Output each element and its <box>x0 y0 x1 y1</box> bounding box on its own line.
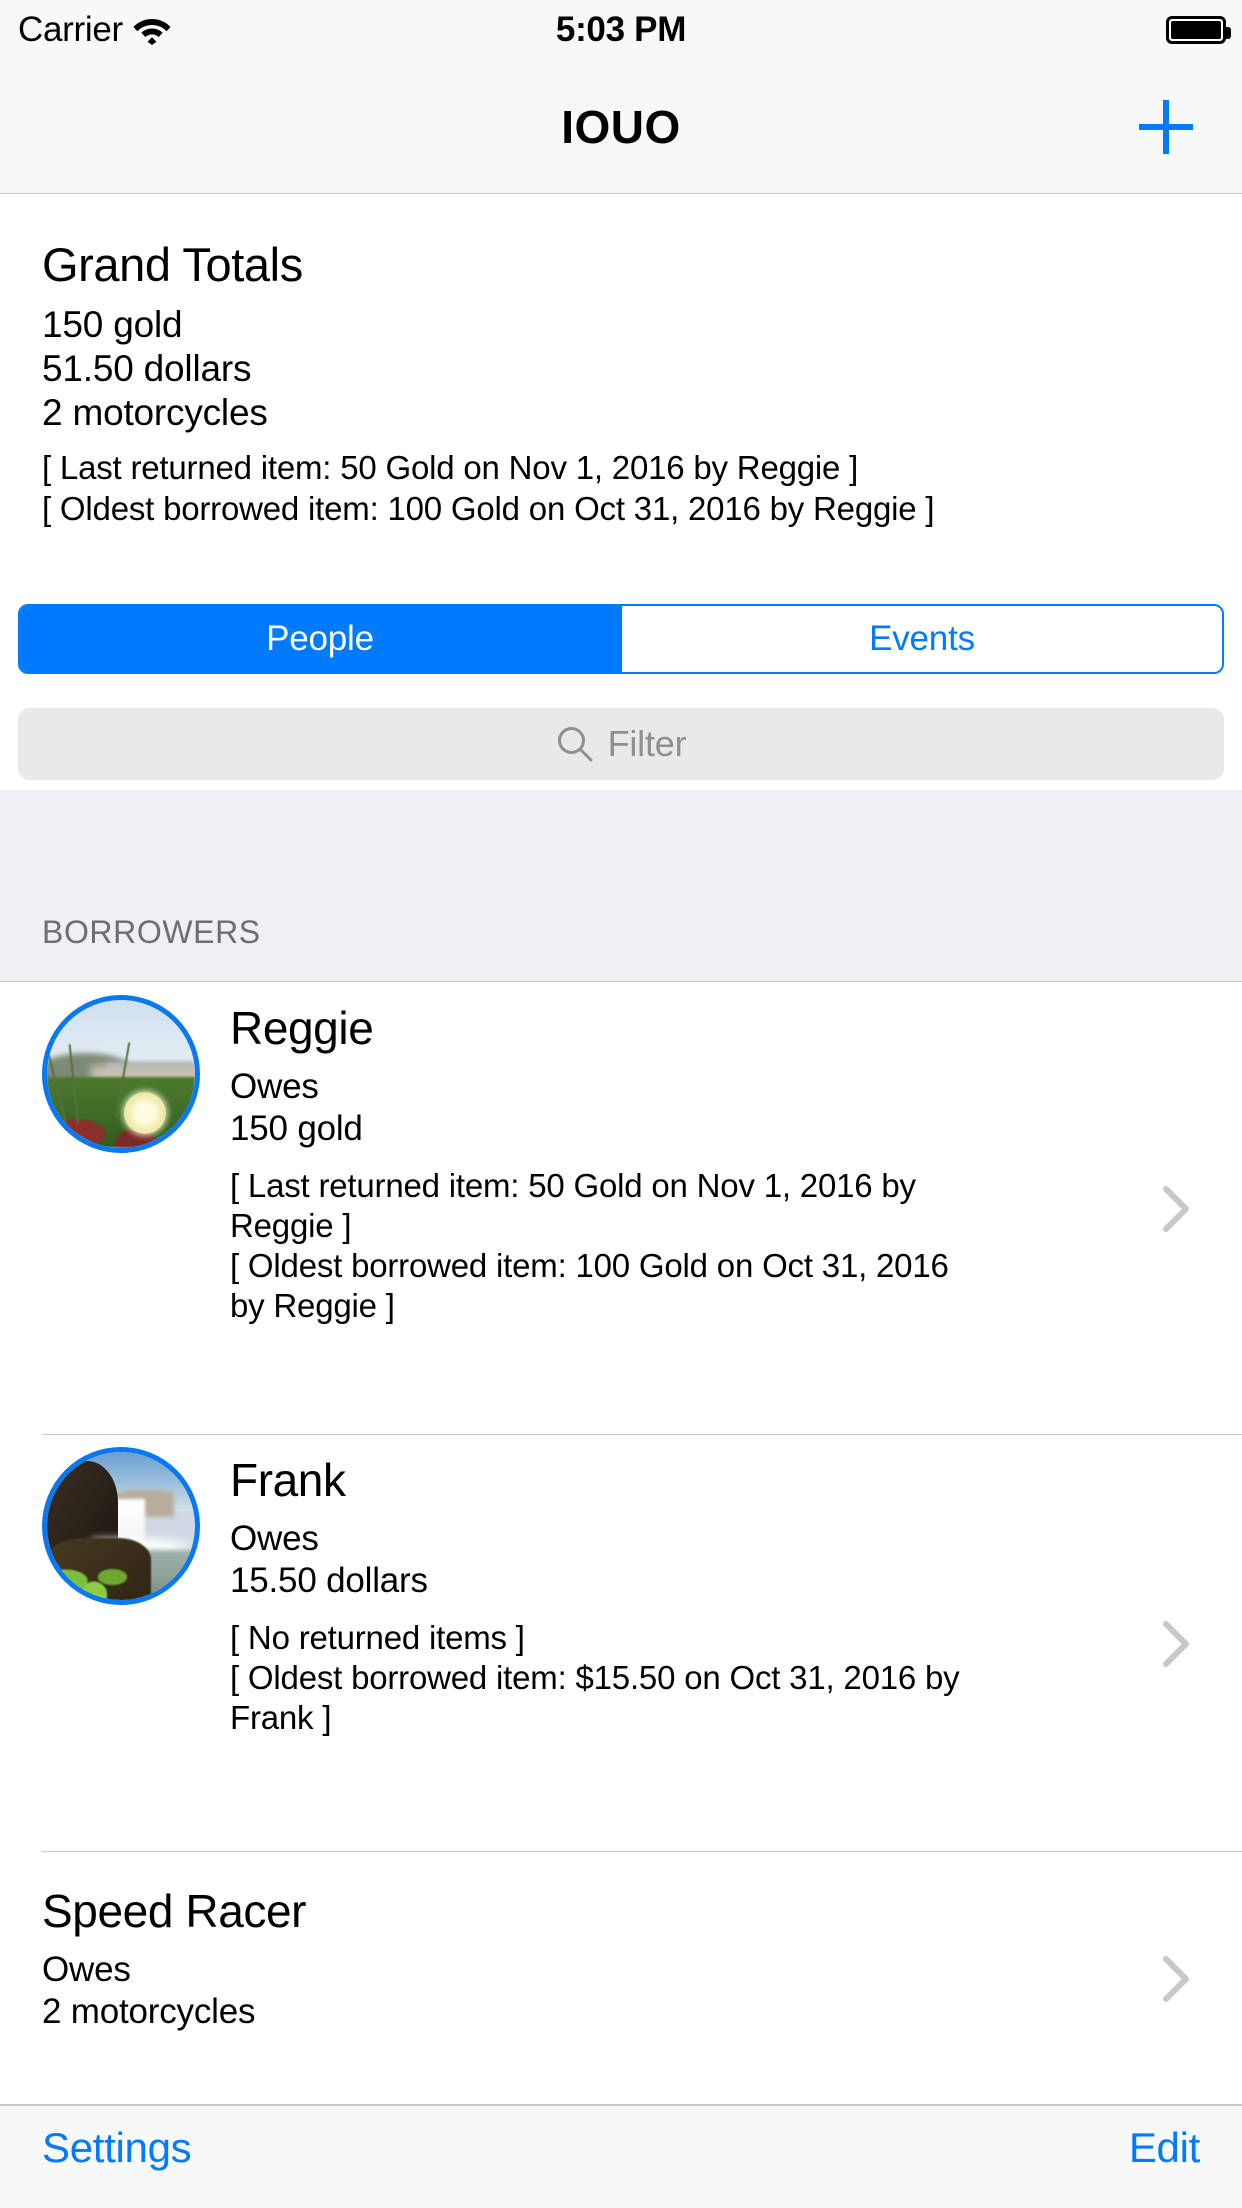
battery-full-icon <box>1166 16 1231 44</box>
table-row[interactable]: Frank Owes 15.50 dollars [ No returned i… <box>0 1435 1242 1852</box>
section-header-borrowers: BORROWERS <box>0 790 1242 982</box>
row-content: Reggie Owes 150 gold [ Last returned ite… <box>200 983 1242 1353</box>
settings-button[interactable]: Settings <box>42 2124 192 2190</box>
bottom-toolbar: Settings Edit <box>0 2105 1242 2208</box>
page-title: IOUO <box>561 100 681 153</box>
segment-events[interactable]: Events <box>620 606 1222 672</box>
status-bar-time: 5:03 PM <box>555 10 687 49</box>
filter-placeholder: Filter <box>607 723 687 764</box>
chevron-right-icon <box>1163 1620 1189 1667</box>
grand-totals-block: Grand Totals 150 gold 51.50 dollars 2 mo… <box>0 195 1242 529</box>
owes-label: Owes <box>42 1949 131 1989</box>
row-content: Speed Racer Owes 2 motorcycles <box>42 1852 1242 2059</box>
person-notes: [ No returned items ] [ Oldest borrowed … <box>230 1618 990 1739</box>
grand-totals-notes: [ Last returned item: 50 Gold on Nov 1, … <box>42 448 1200 529</box>
grand-totals-amounts: 150 gold 51.50 dollars 2 motorcycles <box>42 303 1200 434</box>
person-name: Reggie <box>230 1002 374 1054</box>
segmented-control[interactable]: People Events <box>18 604 1224 674</box>
row-content: Frank Owes 15.50 dollars [ No returned i… <box>200 1435 1242 1764</box>
grand-total-note: [ Last returned item: 50 Gold on Nov 1, … <box>42 449 859 487</box>
grand-total-line: 51.50 dollars <box>42 348 252 389</box>
person-note: [ Oldest borrowed item: 100 Gold on Oct … <box>230 1247 949 1325</box>
grand-total-line: 150 gold <box>42 304 183 346</box>
chevron-right-icon <box>1163 1186 1189 1232</box>
chevron-right-icon <box>1163 1955 1189 2002</box>
grand-total-note: [ Oldest borrowed item: 100 Gold on Oct … <box>42 489 935 527</box>
owes-amount: 150 gold <box>230 1108 363 1148</box>
avatar <box>42 995 200 1153</box>
table-row[interactable]: Reggie Owes 150 gold [ Last returned ite… <box>0 983 1242 1435</box>
person-note: [ Last returned item: 50 Gold on Nov 1, … <box>230 1166 916 1244</box>
person-name: Speed Racer <box>42 1885 307 1937</box>
people-list: Reggie Owes 150 gold [ Last returned ite… <box>0 983 1242 2105</box>
person-notes: [ Last returned item: 50 Gold on Nov 1, … <box>230 1166 990 1327</box>
owes-label: Owes <box>230 1066 319 1106</box>
person-name: Frank <box>230 1454 346 1506</box>
owes-amount: 15.50 dollars <box>230 1560 428 1600</box>
status-bar: Carrier 5:03 PM <box>0 0 1242 60</box>
filter-search-field[interactable]: Filter <box>18 708 1224 780</box>
owes-label: Owes <box>230 1518 319 1558</box>
edit-button[interactable]: Edit <box>1129 2124 1200 2190</box>
grand-totals-title: Grand Totals <box>42 238 303 291</box>
status-bar-right <box>1166 0 1231 60</box>
section-header-label: BORROWERS <box>42 914 261 950</box>
segment-people[interactable]: People <box>20 606 620 672</box>
search-icon <box>557 727 593 762</box>
owes-amount: 2 motorcycles <box>42 1991 256 2031</box>
navigation-bar: IOUO <box>0 60 1242 194</box>
grand-total-line: 2 motorcycles <box>42 391 268 433</box>
person-note: [ No returned items ] <box>230 1618 525 1656</box>
table-row[interactable]: Speed Racer Owes 2 motorcycles <box>0 1852 1242 2105</box>
avatar <box>42 1447 200 1605</box>
app-screen: Carrier 5:03 PM IOUO Grand Totals 150 go… <box>0 0 1242 2208</box>
plus-icon <box>1139 99 1193 154</box>
add-button[interactable] <box>1126 60 1206 193</box>
person-note: [ Oldest borrowed item: $15.50 on Oct 31… <box>230 1658 960 1737</box>
